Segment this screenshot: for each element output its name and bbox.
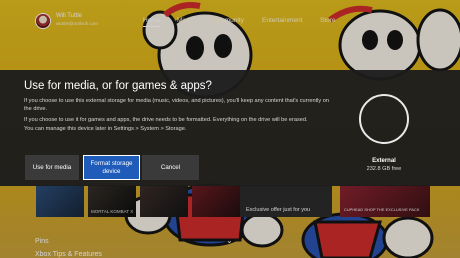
dialog-title: Use for media, or for games & apps? [24,80,212,92]
storage-drive-icon [359,94,409,144]
use-for-media-button[interactable]: Use for media [25,155,79,180]
dialog-body-line: the drive. [24,106,48,112]
drive-name: External [372,158,396,164]
dialog-body-line: If you choose to use it for games and ap… [24,117,308,123]
drive-free-space: 232.8 GB free [366,166,402,172]
dialog-body-line: You can manage this device later in Sett… [24,126,187,132]
dialog-body-line: If you choose to use this external stora… [24,98,329,104]
format-storage-device-button[interactable]: Format storage device [83,155,140,180]
cancel-button[interactable]: Cancel [142,155,199,180]
